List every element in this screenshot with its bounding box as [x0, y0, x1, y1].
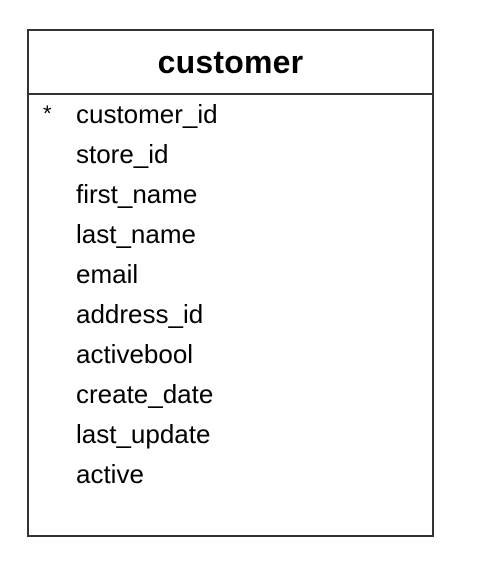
field-name: store_id: [76, 139, 169, 169]
field-name: activebool: [76, 339, 194, 369]
field-create-date: create_date: [59, 377, 218, 417]
field-name: email: [76, 259, 139, 289]
primary-key-marker: *: [43, 101, 52, 126]
field-activebool: activebool: [59, 337, 218, 377]
entity-header: customer: [29, 31, 432, 95]
entity-customer-box: customer * customer_id store_id first_na…: [27, 29, 434, 537]
field-name: address_id: [76, 299, 204, 329]
field-email: email: [59, 257, 218, 297]
field-name: last_update: [76, 419, 211, 449]
field-address-id: address_id: [59, 297, 218, 337]
field-name: first_name: [76, 179, 198, 209]
field-first-name: first_name: [59, 177, 218, 217]
field-name: customer_id: [76, 99, 218, 129]
field-last-name: last_name: [59, 217, 218, 257]
field-store-id: store_id: [59, 137, 218, 177]
field-last-update: last_update: [59, 417, 218, 457]
field-name: last_name: [76, 219, 196, 249]
field-name: active: [76, 459, 144, 489]
entity-field-list: * customer_id store_id first_name last_n…: [43, 97, 218, 497]
field-name: create_date: [76, 379, 214, 409]
entity-title: customer: [157, 43, 304, 80]
field-active: active: [59, 457, 218, 497]
field-customer-id: * customer_id: [43, 97, 218, 137]
